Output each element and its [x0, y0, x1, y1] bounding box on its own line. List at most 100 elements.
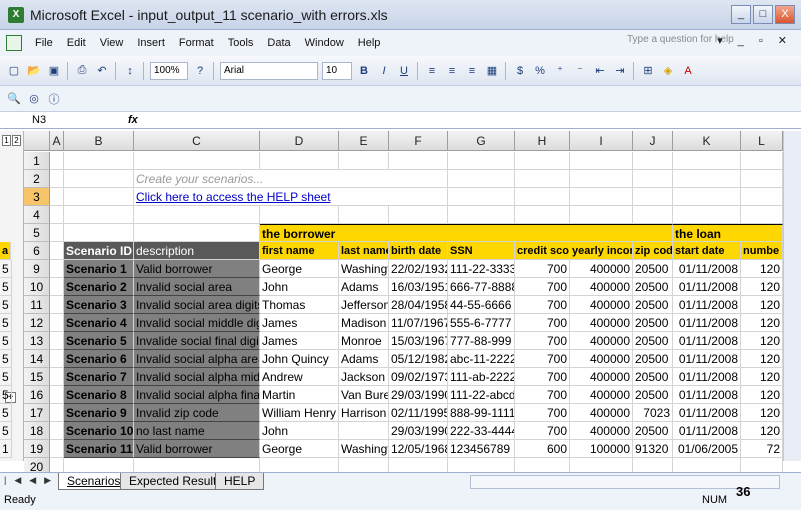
- data-cell[interactable]: Scenario 7: [64, 368, 134, 386]
- data-cell[interactable]: Jefferson: [339, 296, 389, 314]
- row-header-16[interactable]: 16: [24, 386, 50, 404]
- data-cell[interactable]: John Quincy: [260, 350, 339, 368]
- grid-cell[interactable]: [50, 422, 64, 440]
- data-cell[interactable]: 02/11/1995: [389, 404, 448, 422]
- grid-cell[interactable]: [50, 332, 64, 350]
- grid-cell[interactable]: [260, 152, 339, 170]
- grid-cell[interactable]: [64, 206, 134, 224]
- data-cell[interactable]: 5: [0, 350, 12, 368]
- data-cell[interactable]: 111-22-3333: [448, 260, 515, 278]
- data-cell[interactable]: 120: [741, 404, 783, 422]
- grid-cell[interactable]: [515, 152, 570, 170]
- grid-cell[interactable]: [673, 206, 741, 224]
- data-cell[interactable]: 72: [741, 440, 783, 458]
- grid-cell[interactable]: [570, 170, 633, 188]
- grid-cell[interactable]: [50, 350, 64, 368]
- data-cell[interactable]: 05/12/1982: [389, 350, 448, 368]
- grid-cell[interactable]: [633, 152, 673, 170]
- data-cell[interactable]: Invalid social alpha middle: [134, 368, 260, 386]
- currency-icon[interactable]: $: [511, 62, 529, 80]
- underline-button[interactable]: U: [395, 62, 413, 80]
- menu-window[interactable]: Window: [298, 37, 351, 49]
- grid-cell[interactable]: [570, 152, 633, 170]
- data-cell[interactable]: 28/04/1958: [389, 296, 448, 314]
- data-cell[interactable]: 01/06/2005: [673, 440, 741, 458]
- column-header-f[interactable]: F: [389, 131, 448, 151]
- data-cell[interactable]: 400000: [570, 368, 633, 386]
- column-header-k[interactable]: K: [673, 131, 741, 151]
- select-all-corner[interactable]: [24, 131, 50, 151]
- data-cell[interactable]: 120: [741, 296, 783, 314]
- tab-help[interactable]: HELP: [215, 473, 265, 490]
- data-cell[interactable]: 222-33-4444: [448, 422, 515, 440]
- row-header-4[interactable]: 4: [24, 206, 50, 224]
- outdent-icon[interactable]: ⇤: [591, 62, 609, 80]
- data-cell[interactable]: 120: [741, 386, 783, 404]
- close-button[interactable]: X: [775, 5, 795, 24]
- grid-cell[interactable]: [64, 188, 134, 206]
- data-cell[interactable]: 29/03/1990: [389, 422, 448, 440]
- data-cell[interactable]: 400000: [570, 260, 633, 278]
- data-cell[interactable]: Andrew: [260, 368, 339, 386]
- data-cell[interactable]: 5: [0, 314, 12, 332]
- data-cell[interactable]: 01/11/2008: [673, 422, 741, 440]
- column-header-i[interactable]: I: [570, 131, 633, 151]
- data-cell[interactable]: Invalid social area: [134, 278, 260, 296]
- data-cell[interactable]: Scenario 2: [64, 278, 134, 296]
- data-cell[interactable]: Valid borrower: [134, 260, 260, 278]
- menu-format[interactable]: Format: [172, 37, 221, 49]
- data-cell[interactable]: 888-99-1111: [448, 404, 515, 422]
- data-cell[interactable]: Monroe: [339, 332, 389, 350]
- data-cell[interactable]: 600: [515, 440, 570, 458]
- font-color-icon[interactable]: A: [679, 62, 697, 80]
- data-cell[interactable]: Madison: [339, 314, 389, 332]
- column-label-3[interactable]: last name: [339, 242, 389, 260]
- data-cell[interactable]: Scenario 6: [64, 350, 134, 368]
- horizontal-scrollbar[interactable]: [470, 475, 780, 489]
- grid-cell[interactable]: [389, 152, 448, 170]
- data-cell[interactable]: Scenario 5: [64, 332, 134, 350]
- data-cell[interactable]: 700: [515, 350, 570, 368]
- grid-cell[interactable]: [50, 440, 64, 458]
- column-header-e[interactable]: E: [339, 131, 389, 151]
- row-header-5[interactable]: 5: [24, 224, 50, 242]
- column-label-11[interactable]: a: [0, 242, 12, 260]
- data-cell[interactable]: 111-22-abcd: [448, 386, 515, 404]
- font-name-field[interactable]: Arial: [220, 61, 318, 80]
- column-header-c[interactable]: C: [134, 131, 260, 151]
- help-sheet-link[interactable]: Click here to access the HELP sheet: [134, 188, 389, 206]
- maximize-button[interactable]: □: [753, 5, 773, 24]
- data-cell[interactable]: 22/02/1932: [389, 260, 448, 278]
- data-cell[interactable]: 700: [515, 386, 570, 404]
- data-cell[interactable]: 7023: [633, 404, 673, 422]
- grid-cell[interactable]: [50, 314, 64, 332]
- open-icon[interactable]: 📂: [25, 62, 43, 80]
- menu-data[interactable]: Data: [260, 37, 297, 49]
- doc-window-controls[interactable]: ▾ _ ▫ ✕: [717, 34, 793, 47]
- menu-tools[interactable]: Tools: [221, 37, 261, 49]
- data-cell[interactable]: Invalid social alpha area: [134, 350, 260, 368]
- data-cell[interactable]: 120: [741, 368, 783, 386]
- data-cell[interactable]: 5: [0, 422, 12, 440]
- row-header-12[interactable]: 12: [24, 314, 50, 332]
- grid-cell[interactable]: [673, 170, 741, 188]
- align-center-icon[interactable]: ≡: [443, 62, 461, 80]
- grid-cell[interactable]: [339, 206, 389, 224]
- data-cell[interactable]: 16/03/1951: [389, 278, 448, 296]
- data-cell[interactable]: 120: [741, 260, 783, 278]
- grid-cell[interactable]: [673, 188, 741, 206]
- data-cell[interactable]: 400000: [570, 422, 633, 440]
- menu-view[interactable]: View: [93, 37, 131, 49]
- data-cell[interactable]: 09/02/1973: [389, 368, 448, 386]
- data-cell[interactable]: 120: [741, 350, 783, 368]
- column-header-d[interactable]: D: [260, 131, 339, 151]
- grid-cell[interactable]: [570, 206, 633, 224]
- minimize-button[interactable]: _: [731, 5, 751, 24]
- grid-cell[interactable]: [134, 152, 260, 170]
- grid-cell[interactable]: [134, 206, 260, 224]
- fx-icon[interactable]: fx: [128, 112, 138, 128]
- grid-cell[interactable]: [64, 152, 134, 170]
- data-cell[interactable]: 777-88-999: [448, 332, 515, 350]
- outline-level-1[interactable]: 1: [2, 135, 11, 146]
- data-cell[interactable]: Adams: [339, 278, 389, 296]
